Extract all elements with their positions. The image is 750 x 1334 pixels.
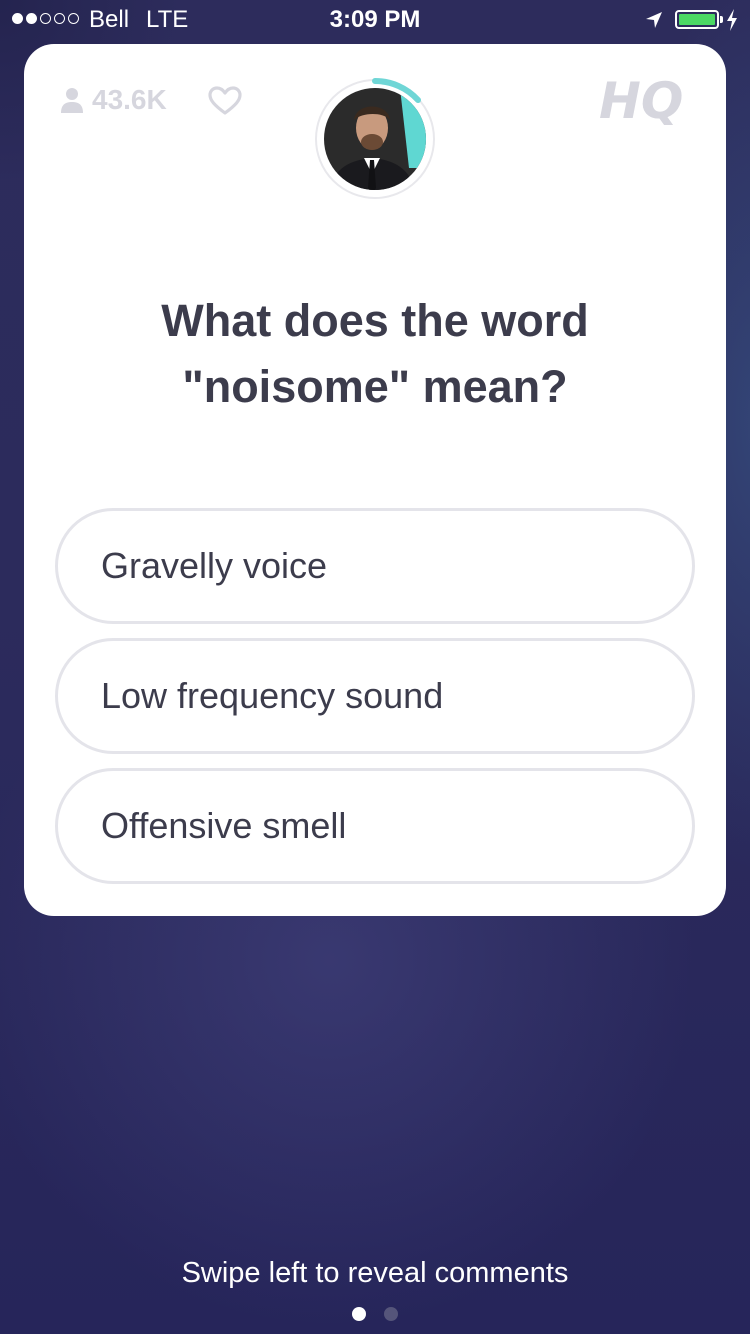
- question-card: 43.6K HQ What does the word "noisome" me…: [24, 44, 726, 916]
- host-avatar: [315, 78, 435, 199]
- answer-option[interactable]: Offensive smell: [55, 768, 695, 884]
- answer-label: Gravelly voice: [101, 545, 328, 586]
- page-indicator[interactable]: [0, 1307, 750, 1321]
- location-arrow-icon: [646, 12, 662, 28]
- answer-label: Low frequency sound: [101, 675, 444, 716]
- status-time: 3:09 PM: [329, 6, 421, 33]
- hq-logo: HQ: [599, 72, 683, 128]
- page-dot[interactable]: [384, 1307, 398, 1321]
- swipe-hint: Swipe left to reveal comments: [181, 1257, 569, 1289]
- charging-bolt-icon: [727, 9, 737, 31]
- user-icon: [61, 88, 83, 113]
- viewer-count-label: 43.6K: [92, 84, 167, 115]
- viewer-count: 43.6K: [60, 84, 167, 116]
- question-text: What does the word "noisome" mean?: [161, 295, 589, 412]
- heart-icon[interactable]: [208, 86, 242, 116]
- answer-option[interactable]: Low frequency sound: [55, 638, 695, 754]
- status-bar: Bell LTE 3:09 PM: [0, 0, 750, 40]
- battery-cap: [720, 16, 723, 23]
- svg-text:HQ: HQ: [599, 72, 683, 128]
- battery-icon: [675, 10, 719, 29]
- answer-option[interactable]: Gravelly voice: [55, 508, 695, 624]
- page-dot-active[interactable]: [352, 1307, 366, 1321]
- battery-level-fill: [679, 14, 715, 25]
- answer-label: Offensive smell: [101, 805, 347, 846]
